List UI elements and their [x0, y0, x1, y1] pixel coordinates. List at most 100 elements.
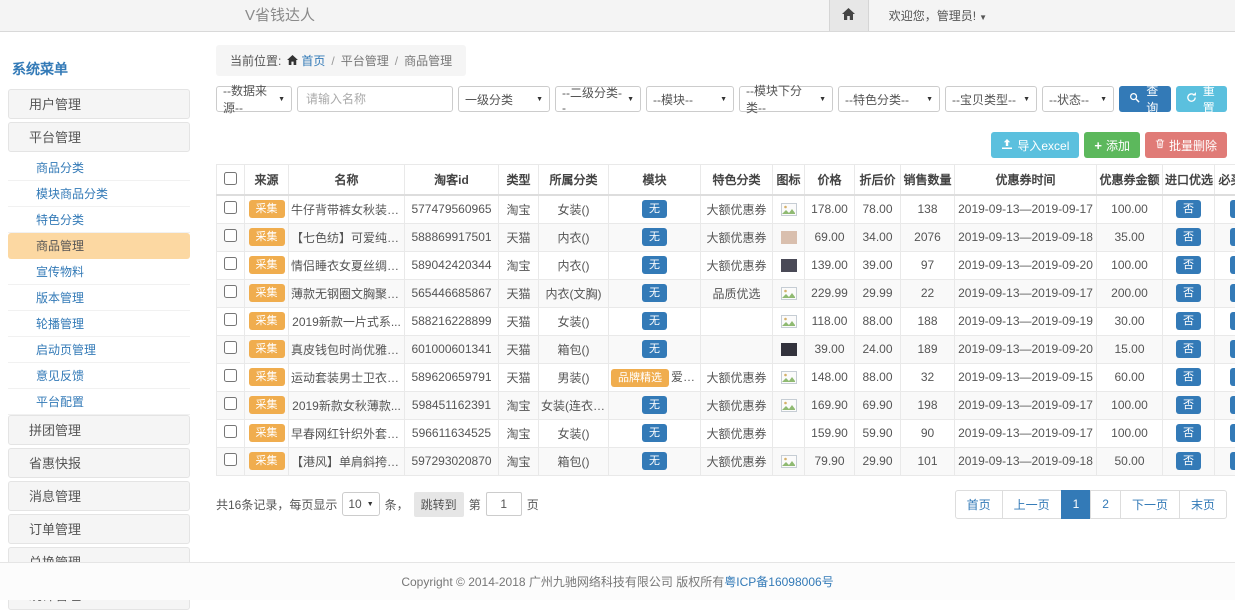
type-cell: 淘宝	[499, 447, 539, 475]
per-page-select[interactable]: 10▼	[342, 492, 379, 516]
table-row: 采集2019新款一片式系...588216228899天猫女装()无118.00…	[217, 307, 1235, 335]
batch-delete-button[interactable]: 批量删除	[1145, 132, 1227, 158]
import-select-badge[interactable]: 否	[1176, 424, 1201, 442]
filter-select-data-source[interactable]: --数据来源--▼	[216, 86, 292, 112]
checkbox-cell	[217, 363, 245, 391]
name-search-input[interactable]	[297, 86, 453, 112]
row-checkbox[interactable]	[224, 201, 237, 214]
page-button-首页[interactable]: 首页	[955, 490, 1003, 519]
module-cell: 无	[609, 391, 701, 419]
sidebar-item-2[interactable]: 商品分类	[8, 155, 190, 181]
import-select-badge[interactable]: 否	[1176, 452, 1201, 470]
breadcrumb-home-link[interactable]: 首页	[287, 52, 325, 69]
page-button-1[interactable]: 1	[1061, 490, 1092, 519]
filter-select-category2[interactable]: --二级分类--▼	[555, 86, 641, 112]
row-checkbox[interactable]	[224, 285, 237, 298]
tkid-cell: 589042420344	[405, 251, 499, 279]
import-select-badge[interactable]: 否	[1176, 200, 1201, 218]
row-checkbox[interactable]	[224, 257, 237, 270]
row-checkbox[interactable]	[224, 341, 237, 354]
sidebar-item-0[interactable]: 用户管理	[8, 89, 190, 119]
source-cell: 采集	[245, 279, 289, 307]
sidebar-item-6[interactable]: 宣传物料	[8, 259, 190, 285]
row-checkbox[interactable]	[224, 229, 237, 242]
source-cell: 采集	[245, 391, 289, 419]
sidebar-item-4[interactable]: 特色分类	[8, 207, 190, 233]
sidebar-item-7[interactable]: 版本管理	[8, 285, 190, 311]
select-all-checkbox[interactable]	[224, 172, 237, 185]
sidebar-item-3[interactable]: 模块商品分类	[8, 181, 190, 207]
coupon-amount-cell: 100.00	[1097, 195, 1163, 223]
row-checkbox[interactable]	[224, 369, 237, 382]
category-cell: 箱包()	[539, 335, 609, 363]
row-checkbox[interactable]	[224, 425, 237, 438]
must-buy-cell: 否	[1215, 447, 1235, 475]
must-buy-badge[interactable]: 否	[1230, 284, 1235, 302]
sidebar-item-5-active[interactable]: 商品管理	[8, 233, 190, 259]
coupon-time-cell: 2019-09-13—2019-09-19	[955, 307, 1097, 335]
sidebar-item-14[interactable]: 消息管理	[8, 481, 190, 511]
import-select-badge[interactable]: 否	[1176, 256, 1201, 274]
filter-select-module-sub[interactable]: --模块下分类--▼	[739, 86, 833, 112]
page-number-input[interactable]	[486, 492, 522, 516]
sidebar-item-1[interactable]: 平台管理	[8, 122, 190, 152]
add-button[interactable]: + 添加	[1084, 132, 1140, 158]
page-pre-text: 第	[469, 496, 481, 513]
filter-select-module[interactable]: --模块--▼	[646, 86, 734, 112]
search-button[interactable]: 查询	[1119, 86, 1171, 112]
sidebar-item-10[interactable]: 意见反馈	[8, 363, 190, 389]
page-button-2[interactable]: 2	[1090, 490, 1121, 519]
main-content: 当前位置: 首页 / 平台管理 / 商品管理 --数据来源--▼ 一级分类▼ -…	[216, 45, 1227, 519]
page-button-末页[interactable]: 末页	[1179, 490, 1227, 519]
sidebar-item-13[interactable]: 省惠快报	[8, 448, 190, 478]
tkid-cell: 598451162391	[405, 391, 499, 419]
must-buy-badge[interactable]: 否	[1230, 424, 1235, 442]
import-select-badge[interactable]: 否	[1176, 312, 1201, 330]
must-buy-badge[interactable]: 否	[1230, 200, 1235, 218]
import-select-badge[interactable]: 否	[1176, 228, 1201, 246]
filter-select-item-type[interactable]: --宝贝类型--▼	[945, 86, 1037, 112]
page-button-上一页[interactable]: 上一页	[1002, 490, 1062, 519]
import-select-badge[interactable]: 否	[1176, 368, 1201, 386]
column-header-1: 名称	[289, 165, 405, 196]
page-button-下一页[interactable]: 下一页	[1120, 490, 1180, 519]
must-buy-badge[interactable]: 否	[1230, 368, 1235, 386]
sidebar-item-11[interactable]: 平台配置	[8, 389, 190, 415]
reset-button[interactable]: 重置	[1176, 86, 1228, 112]
coupon-amount-cell: 30.00	[1097, 307, 1163, 335]
user-menu[interactable]: 欢迎您，管理员!▼	[889, 7, 987, 24]
row-checkbox[interactable]	[224, 397, 237, 410]
jump-button[interactable]: 跳转到	[414, 492, 464, 517]
row-checkbox[interactable]	[224, 453, 237, 466]
import-select-badge[interactable]: 否	[1176, 396, 1201, 414]
welcome-text: 欢迎您，管理员!	[889, 9, 976, 23]
import-select-badge[interactable]: 否	[1176, 340, 1201, 358]
must-buy-badge[interactable]: 否	[1230, 256, 1235, 274]
sidebar-item-8[interactable]: 轮播管理	[8, 311, 190, 337]
chevron-down-icon: ▼	[627, 96, 634, 103]
must-buy-badge[interactable]: 否	[1230, 312, 1235, 330]
icp-link[interactable]: 粤ICP备16098006号	[724, 573, 833, 590]
sidebar-item-12[interactable]: 拼团管理	[8, 415, 190, 445]
import-select-badge[interactable]: 否	[1176, 284, 1201, 302]
row-checkbox[interactable]	[224, 313, 237, 326]
filter-select-category1[interactable]: 一级分类▼	[458, 86, 550, 112]
must-buy-badge[interactable]: 否	[1230, 396, 1235, 414]
sidebar-item-9[interactable]: 启动页管理	[8, 337, 190, 363]
checkbox-cell	[217, 279, 245, 307]
icon-cell	[773, 447, 805, 475]
product-thumbnail	[781, 231, 797, 244]
must-buy-badge[interactable]: 否	[1230, 228, 1235, 246]
sidebar-item-15[interactable]: 订单管理	[8, 514, 190, 544]
home-button[interactable]	[829, 0, 869, 31]
filter-select-feature[interactable]: --特色分类--▼	[838, 86, 940, 112]
icon-cell	[773, 363, 805, 391]
source-cell: 采集	[245, 419, 289, 447]
import-excel-button[interactable]: 导入excel	[991, 132, 1079, 158]
module-cell: 无	[609, 251, 701, 279]
source-cell: 采集	[245, 447, 289, 475]
must-buy-badge[interactable]: 否	[1230, 340, 1235, 358]
filter-select-status[interactable]: --状态--▼	[1042, 86, 1114, 112]
must-buy-badge[interactable]: 否	[1230, 452, 1235, 470]
name-cell: 【七色纺】可爱纯棉家...	[289, 223, 405, 251]
